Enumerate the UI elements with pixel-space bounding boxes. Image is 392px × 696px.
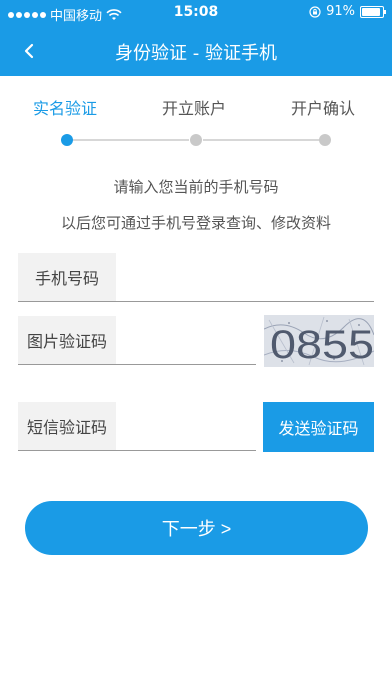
sms-label: 短信验证码 <box>18 402 116 450</box>
status-right: 91% <box>309 4 386 19</box>
step-connector-1 <box>73 139 189 141</box>
rotation-lock-icon <box>309 5 321 18</box>
step-label-3: 开户确认 <box>291 99 356 118</box>
phone-label: 手机号码 <box>18 253 116 301</box>
info-line-1: 请输入您当前的手机号码 <box>113 178 279 196</box>
status-bar: 中国移动 15:08 91% <box>0 0 392 26</box>
captcha-text: 0855 <box>270 323 374 367</box>
captcha-image[interactable]: 0855 <box>264 315 374 367</box>
battery-percent: 91% <box>326 4 355 19</box>
phone-input[interactable] <box>116 253 374 301</box>
send-code-button[interactable]: 发送验证码 <box>263 402 374 452</box>
step-dot-3 <box>319 134 331 146</box>
sms-underline <box>18 450 256 451</box>
captcha-noise: 0855 <box>264 315 374 367</box>
step-dot-2 <box>190 134 202 146</box>
next-step-button[interactable]: 下一步 > <box>25 501 368 555</box>
nav-bar: 身份验证 - 验证手机 <box>0 26 392 76</box>
step-label-2: 开立账户 <box>162 99 227 118</box>
phone-underline <box>18 301 374 302</box>
step-label-1: 实名验证 <box>33 99 98 118</box>
battery-icon <box>360 5 386 18</box>
captcha-label: 图片验证码 <box>18 316 116 364</box>
info-line-2: 以后您可通过手机号登录查询、修改资料 <box>60 214 331 232</box>
sms-code-input[interactable] <box>116 402 256 450</box>
page-title: 身份验证 - 验证手机 <box>115 43 277 64</box>
step-connector-2 <box>203 139 319 141</box>
step-dot-1 <box>61 134 73 146</box>
step-indicator: 实名验证 开立账户 开户确认 <box>0 92 392 152</box>
captcha-input[interactable] <box>116 316 256 364</box>
battery-fill <box>362 7 381 16</box>
captcha-underline <box>18 364 256 365</box>
